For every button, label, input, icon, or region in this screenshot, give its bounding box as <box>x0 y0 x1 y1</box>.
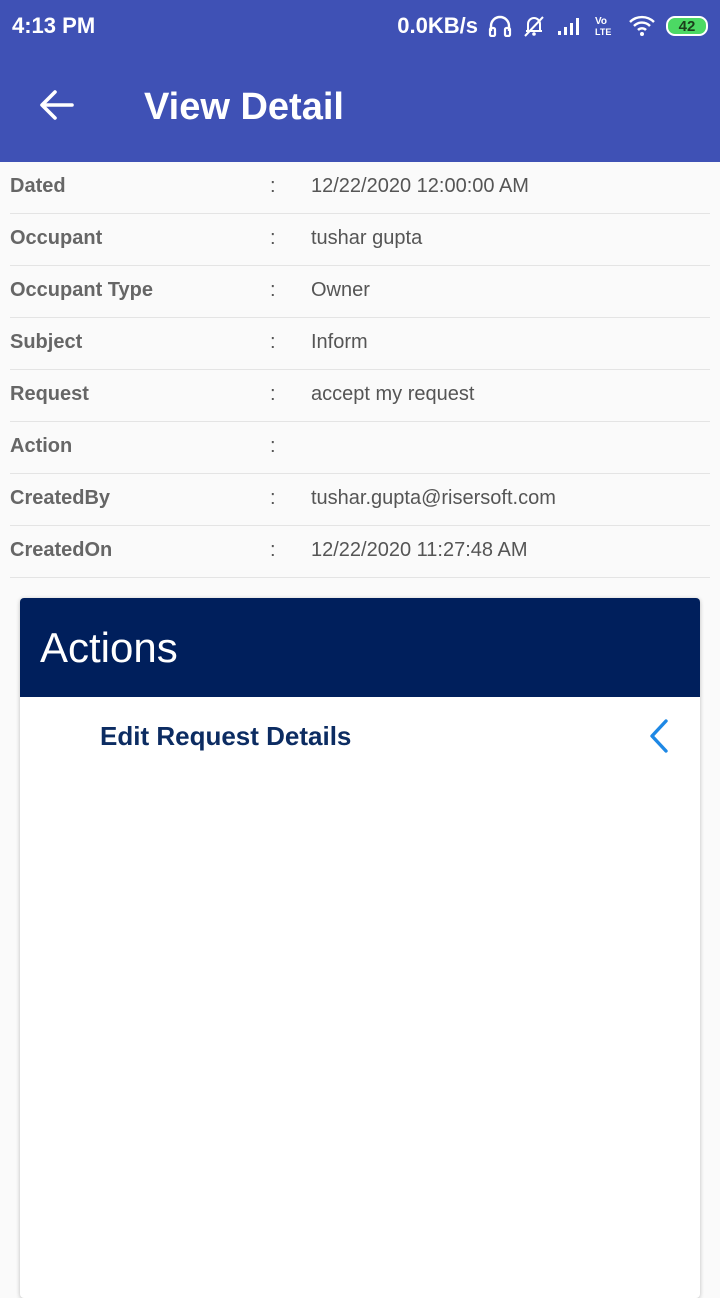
status-bar: 4:13 PM 0.0KB/s Vo LTE 42 <box>0 0 720 52</box>
detail-row-created-by: CreatedBy : tushar.gupta@risersoft.com <box>10 474 710 526</box>
detail-separator: : <box>270 279 276 301</box>
detail-row-request: Request : accept my request <box>10 370 710 422</box>
detail-label: Request <box>10 383 89 405</box>
signal-icon <box>556 15 584 37</box>
headphones-icon <box>488 15 512 37</box>
detail-row-dated: Dated : 12/22/2020 12:00:00 AM <box>10 162 710 214</box>
detail-label: Dated <box>10 175 66 197</box>
edit-request-details-label: Edit Request Details <box>100 721 352 751</box>
detail-value: 12/22/2020 12:00:00 AM <box>311 175 529 197</box>
detail-row-subject: Subject : Inform <box>10 318 710 370</box>
status-icons: 0.0KB/s Vo LTE 42 <box>397 13 708 39</box>
detail-value: tushar gupta <box>311 227 423 249</box>
detail-value: accept my request <box>311 383 475 405</box>
detail-separator: : <box>270 383 276 405</box>
actions-card-header: Actions <box>20 598 700 697</box>
detail-label: Action <box>10 435 73 457</box>
detail-value: Owner <box>311 279 370 301</box>
svg-text:Vo: Vo <box>595 16 607 27</box>
detail-separator: : <box>270 487 276 509</box>
detail-label: Occupant Type <box>10 279 153 301</box>
back-button[interactable] <box>0 52 112 162</box>
detail-label: Subject <box>10 331 83 353</box>
svg-text:LTE: LTE <box>595 27 611 37</box>
network-speed: 0.0KB/s <box>397 13 478 38</box>
detail-value: tushar.gupta@risersoft.com <box>311 487 556 509</box>
wifi-icon <box>628 15 656 37</box>
detail-row-occupant: Occupant : tushar gupta <box>10 214 710 266</box>
detail-separator: : <box>270 331 276 353</box>
app-bar: 4:13 PM 0.0KB/s Vo LTE 42 View Detail <box>0 0 720 162</box>
detail-row-occupant-type: Occupant Type : Owner <box>10 266 710 318</box>
detail-row-created-on: CreatedOn : 12/22/2020 11:27:48 AM <box>10 526 710 578</box>
edit-request-details-item[interactable]: Edit Request Details <box>20 697 700 779</box>
detail-value: 12/22/2020 11:27:48 AM <box>311 539 528 561</box>
battery-icon: 42 <box>666 16 708 36</box>
detail-row-action: Action : <box>10 422 710 474</box>
volte-icon: Vo LTE <box>594 14 618 38</box>
status-time: 4:13 PM <box>12 13 96 38</box>
detail-value: Inform <box>311 331 368 353</box>
battery-level: 42 <box>678 17 696 35</box>
detail-separator: : <box>270 539 276 561</box>
chevron-left-icon[interactable] <box>648 719 670 758</box>
page-title: View Detail <box>144 85 344 128</box>
toolbar: View Detail <box>0 52 720 162</box>
detail-label: CreatedBy <box>10 487 111 509</box>
detail-separator: : <box>270 435 276 457</box>
detail-label: Occupant <box>10 227 103 249</box>
back-arrow-icon <box>38 89 74 126</box>
alarm-off-icon <box>522 14 546 38</box>
actions-card: Actions Edit Request Details <box>20 598 700 1298</box>
actions-card-title: Actions <box>40 623 178 671</box>
detail-separator: : <box>270 175 276 197</box>
detail-separator: : <box>270 227 276 249</box>
detail-label: CreatedOn <box>10 539 113 561</box>
